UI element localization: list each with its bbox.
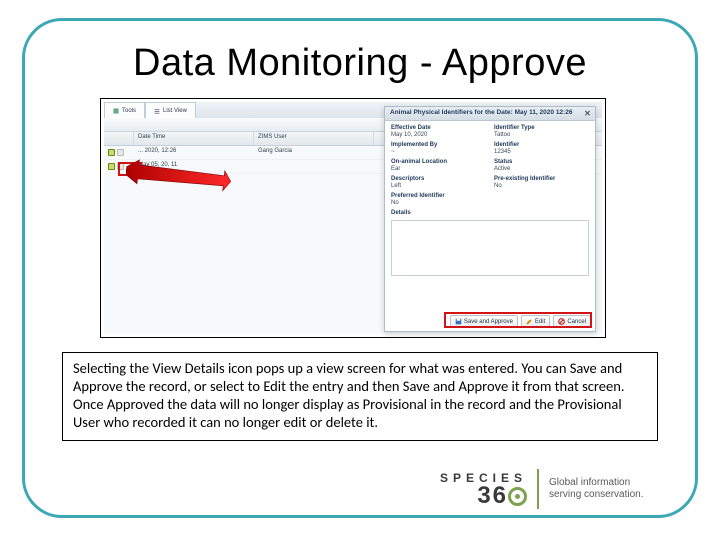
label-status: Status [494, 159, 589, 165]
view-details-icon[interactable] [108, 163, 115, 170]
value-status: Active [494, 166, 589, 172]
pencil-icon [526, 318, 533, 325]
dialog-title-bar: Animal Physical Identifiers for the Date… [385, 107, 595, 121]
cell-date: ... 2020, 12:26 [134, 146, 254, 159]
cell-date: May 05, 20, 11 [134, 160, 254, 173]
cancel-icon [558, 318, 565, 325]
tagline-1: Global information [549, 477, 644, 489]
value-location: Ear [391, 166, 486, 172]
label-identifier-type: Identifier Type [494, 125, 589, 131]
list-icon [154, 108, 160, 114]
embedded-screenshot: Tools List View Date Time ZIMS User ... … [100, 98, 606, 338]
details-dialog: Animal Physical Identifiers for the Date… [384, 106, 596, 332]
label-location: On-animal Location [391, 159, 486, 165]
value-preexisting: No [494, 183, 589, 189]
label-preexisting: Pre-existing Identifier [494, 176, 589, 182]
tools-icon [113, 108, 119, 114]
cancel-button[interactable]: Cancel [553, 315, 591, 328]
logo-text-360: 3 6 [440, 485, 527, 507]
tab-label: List View [163, 108, 187, 114]
view-details-icon[interactable] [108, 149, 115, 156]
logo-tagline: Global information serving conservation. [539, 477, 644, 501]
label-implemented-by: Implemented By [391, 142, 486, 148]
button-label: Save and Approve [464, 319, 513, 325]
save-and-approve-button[interactable]: Save and Approve [450, 315, 518, 328]
col-date-header: Date Time [134, 132, 254, 145]
logo-mark: SPECIES 3 6 [440, 469, 539, 509]
label-identifier: Identifier [494, 142, 589, 148]
value-descriptors: Left [391, 183, 486, 189]
disk-icon [455, 318, 462, 325]
app-grid: Tools List View Date Time ZIMS User ... … [104, 102, 602, 334]
cell-user: Gang Garcia [254, 146, 374, 159]
logo-3: 3 [477, 485, 490, 507]
species360-logo: SPECIES 3 6 Global information serving c… [440, 468, 670, 510]
dialog-title: Animal Physical Identifiers for the Date… [390, 109, 572, 116]
tab-label: Tools [122, 108, 136, 114]
tagline-2: serving conservation. [549, 489, 644, 501]
value-identifier: 12345 [494, 149, 589, 155]
dialog-body: Effective Date May 10, 2020 Identifier T… [385, 121, 595, 218]
tab-tools[interactable]: Tools [104, 102, 145, 118]
value-effective-date: May 10, 2020 [391, 132, 486, 138]
value-implemented-by: ~ [391, 149, 486, 155]
close-icon[interactable]: ✕ [583, 109, 592, 118]
value-preferred: No [391, 200, 486, 206]
label-preferred: Preferred Identifier [391, 193, 486, 199]
value-identifier-type: Tattoo [494, 132, 589, 138]
logo-zero-icon [508, 487, 527, 506]
dialog-footer: Save and Approve Edit Cancel [450, 315, 591, 328]
row-icon[interactable] [117, 163, 124, 170]
label-effective-date: Effective Date [391, 125, 486, 131]
button-label: Cancel [567, 319, 586, 325]
row-icon[interactable] [117, 149, 124, 156]
explanation-text: Selecting the View Details icon pops up … [62, 352, 658, 441]
logo-6: 6 [493, 485, 506, 507]
edit-button[interactable]: Edit [521, 315, 550, 328]
button-label: Edit [535, 319, 545, 325]
slide-title: Data Monitoring - Approve [0, 42, 720, 85]
col-actions [104, 132, 134, 145]
details-textarea[interactable] [391, 220, 589, 276]
tab-listview[interactable]: List View [145, 102, 196, 118]
cell-user [254, 160, 374, 173]
label-descriptors: Descriptors [391, 176, 486, 182]
label-details: Details [391, 210, 589, 216]
col-user-header: ZIMS User [254, 132, 374, 145]
